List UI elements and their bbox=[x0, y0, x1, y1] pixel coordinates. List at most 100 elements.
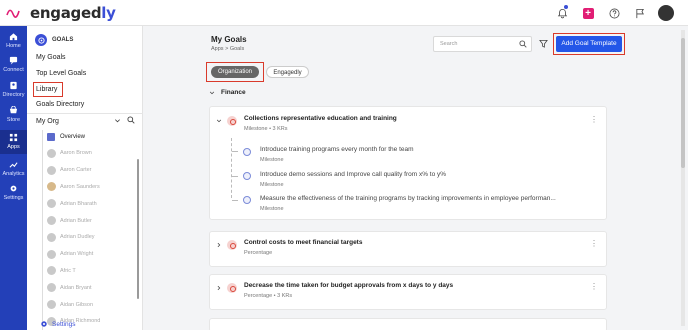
goal-icon bbox=[227, 240, 237, 250]
person-name: Adrian Butler bbox=[60, 217, 92, 224]
person-name: Aidan Bryant bbox=[60, 284, 92, 291]
filter-icon[interactable] bbox=[539, 39, 548, 48]
milestone-icon bbox=[243, 172, 251, 180]
overview-label: Overview bbox=[60, 134, 86, 140]
list-item[interactable]: Aaron Saunders bbox=[47, 179, 137, 196]
store-icon bbox=[9, 106, 18, 114]
subgoal-title[interactable]: Measure the effectiveness of the trainin… bbox=[260, 195, 556, 202]
goal-card bbox=[209, 231, 607, 267]
sidebar-item-library[interactable]: Library bbox=[36, 86, 57, 93]
analytics-icon bbox=[9, 162, 18, 168]
goal-card bbox=[209, 318, 607, 330]
goal-meta: Milestone • 3 KRs bbox=[244, 126, 288, 132]
list-item[interactable]: Aidan Gibson bbox=[47, 296, 137, 313]
search-placeholder: Search bbox=[440, 41, 458, 47]
rail-item-connect[interactable]: Connect bbox=[0, 56, 27, 73]
list-item[interactable]: Adrian Butler bbox=[47, 212, 137, 229]
help-icon[interactable] bbox=[606, 5, 622, 21]
person-name: Adrian Wright bbox=[60, 251, 94, 258]
main-scrollbar[interactable] bbox=[681, 30, 685, 326]
org-search-icon[interactable] bbox=[127, 116, 135, 124]
goal-icon bbox=[227, 116, 237, 126]
rail-item-apps[interactable]: Apps bbox=[0, 130, 27, 154]
rail-item-store[interactable]: Store bbox=[0, 106, 27, 123]
tab-organization[interactable]: Organization bbox=[211, 66, 259, 78]
rail-label: Apps bbox=[7, 144, 20, 150]
connect-icon bbox=[9, 56, 18, 65]
flag-icon[interactable] bbox=[632, 5, 648, 21]
list-item[interactable]: Adrian Bharath bbox=[47, 195, 137, 212]
rail-label: Directory bbox=[2, 92, 25, 98]
home-icon bbox=[9, 33, 18, 41]
rail-label: Connect bbox=[3, 67, 24, 73]
subgoal-title[interactable]: Introduce demo sessions and Improve call… bbox=[260, 171, 446, 178]
sidebar-item-my-goals[interactable]: My Goals bbox=[36, 54, 66, 61]
sidebar-item-goals-directory[interactable]: Goals Directory bbox=[36, 101, 84, 108]
create-plus-icon[interactable]: + bbox=[580, 5, 596, 21]
avatar bbox=[47, 266, 56, 276]
my-org-label: My Org bbox=[36, 118, 59, 125]
list-item[interactable]: Aidan Bryant bbox=[47, 279, 137, 296]
goals-sidebar: GOALS My Goals Top Level Goals Library G… bbox=[27, 26, 143, 330]
person-name: Aaron Brown bbox=[60, 150, 92, 157]
page-title: My Goals bbox=[211, 35, 247, 44]
more-options-icon[interactable]: ⋮ bbox=[590, 239, 599, 248]
tree-connector bbox=[232, 200, 238, 201]
goal-title[interactable]: Decrease the time taken for budget appro… bbox=[244, 282, 453, 289]
user-avatar[interactable] bbox=[658, 5, 674, 21]
breadcrumb: Apps > Goals bbox=[211, 46, 244, 52]
org-overview[interactable]: Overview bbox=[47, 133, 85, 141]
section-finance[interactable]: Finance bbox=[209, 89, 246, 96]
search-input[interactable]: Search bbox=[433, 36, 532, 52]
chevron-down-icon[interactable] bbox=[216, 118, 222, 124]
tree-connector bbox=[232, 176, 238, 177]
left-rail: Home Connect Directory Store Apps Analyt… bbox=[0, 26, 27, 330]
rail-label: Home bbox=[6, 43, 21, 49]
goal-title[interactable]: Control costs to meet financial targets bbox=[244, 239, 362, 246]
org-tree-line bbox=[42, 130, 43, 330]
more-options-icon[interactable]: ⋮ bbox=[590, 282, 599, 291]
more-options-icon[interactable]: ⋮ bbox=[590, 115, 599, 124]
avatar bbox=[47, 283, 56, 293]
sidebar-scrollbar[interactable] bbox=[137, 159, 139, 299]
rail-item-settings[interactable]: Settings bbox=[0, 184, 27, 201]
breadcrumb-apps[interactable]: Apps bbox=[211, 46, 224, 52]
list-item[interactable]: Aaron Carter bbox=[47, 162, 137, 179]
menu-wave-icon[interactable] bbox=[6, 6, 20, 20]
list-item[interactable]: Afric T bbox=[47, 263, 137, 280]
rail-item-home[interactable]: Home bbox=[0, 32, 27, 49]
goal-title[interactable]: Collections representative education and… bbox=[244, 115, 397, 122]
avatar bbox=[47, 148, 56, 158]
chevron-down-icon[interactable] bbox=[114, 117, 121, 124]
divider bbox=[27, 113, 143, 114]
brand[interactable]: engagedly bbox=[0, 0, 116, 26]
apps-icon bbox=[9, 133, 18, 142]
rail-label: Analytics bbox=[2, 171, 25, 177]
rail-label: Settings bbox=[3, 195, 24, 201]
chevron-right-icon[interactable] bbox=[216, 285, 222, 291]
goal-card bbox=[209, 274, 607, 310]
avatar bbox=[47, 216, 56, 226]
avatar bbox=[47, 300, 56, 310]
notification-bell-icon[interactable] bbox=[554, 5, 570, 21]
list-item[interactable]: Adrian Wright bbox=[47, 246, 137, 263]
settings-label: Settings bbox=[52, 320, 76, 328]
top-bar: engagedly + bbox=[0, 0, 688, 26]
rail-item-directory[interactable]: Directory bbox=[0, 81, 27, 98]
sidebar-item-top-level-goals[interactable]: Top Level Goals bbox=[36, 70, 86, 77]
subgoal-title[interactable]: Introduce training programs every month … bbox=[260, 146, 414, 153]
rail-label: Store bbox=[6, 117, 21, 123]
add-goal-template-button[interactable]: Add Goal Template bbox=[556, 36, 622, 52]
rail-item-analytics[interactable]: Analytics bbox=[0, 160, 27, 177]
brand-logo: engagedly bbox=[30, 3, 116, 22]
sidebar-settings-link[interactable]: Settings bbox=[40, 320, 76, 328]
goal-meta: Percentage • 3 KRs bbox=[244, 293, 293, 299]
list-item[interactable]: Aaron Brown bbox=[47, 145, 137, 162]
settings-icon bbox=[10, 185, 17, 192]
goals-header-label: GOALS bbox=[52, 37, 74, 43]
subgoal-tree-line bbox=[231, 138, 232, 198]
search-icon[interactable] bbox=[519, 40, 527, 48]
tab-engagedly[interactable]: Engagedly bbox=[266, 66, 309, 78]
chevron-right-icon[interactable] bbox=[216, 242, 222, 248]
list-item[interactable]: Adrian Dudley bbox=[47, 229, 137, 246]
